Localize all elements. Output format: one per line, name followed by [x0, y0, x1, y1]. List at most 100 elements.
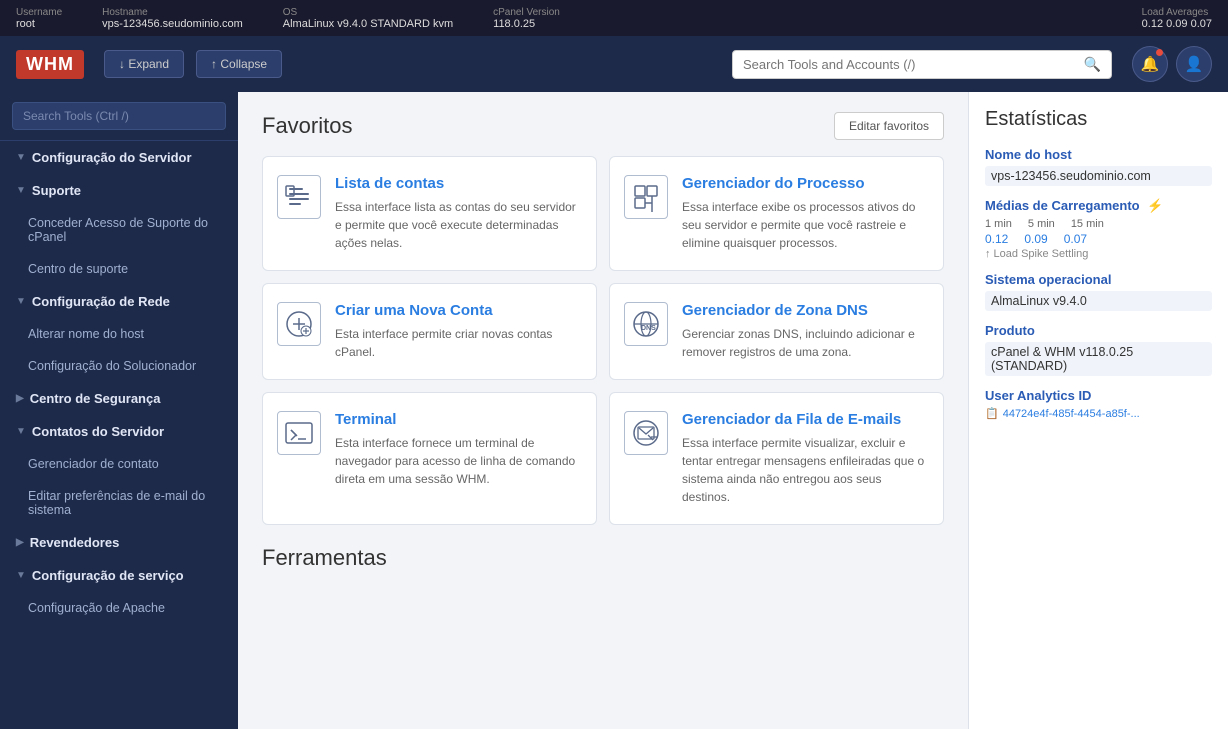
- chevron-down-icon: ▼: [16, 185, 26, 196]
- notification-dot: [1156, 49, 1163, 56]
- sidebar-item-suporte[interactable]: ▼ Suporte: [0, 174, 238, 207]
- sidebar-label: Suporte: [32, 183, 81, 198]
- sidebar-item-configuracao-rede[interactable]: ▼ Configuração de Rede: [0, 285, 238, 318]
- card-terminal-title[interactable]: Terminal: [335, 411, 578, 428]
- sidebar-item-revendedores[interactable]: ▶ Revendedores: [0, 526, 238, 559]
- load-stat-label: Médias de Carregamento ⚡: [985, 198, 1212, 214]
- sidebar-search-container: [0, 92, 238, 141]
- os-label: OS: [283, 7, 453, 18]
- card-fila-emails-title[interactable]: Gerenciador da Fila de E-mails: [682, 411, 925, 428]
- load-labels-row: 1 min 5 min 15 min: [985, 218, 1212, 230]
- header: WHM ↓ Expand ↑ Collapse 🔍 🔔 👤: [0, 36, 1228, 92]
- card-criar-conta[interactable]: Criar uma Nova Conta Esta interface perm…: [262, 283, 597, 380]
- card-terminal[interactable]: Terminal Esta interface fornece um termi…: [262, 392, 597, 525]
- load-5min-label: 5 min: [1028, 218, 1055, 230]
- sidebar-item-gerenciador-contato[interactable]: Gerenciador de contato: [0, 448, 238, 480]
- os-value: AlmaLinux v9.4.0 STANDARD kvm: [283, 18, 453, 30]
- analytics-stat-value[interactable]: 📋 44724e4f-485f-4454-a85f-...: [985, 407, 1212, 420]
- list-icon: [277, 175, 321, 219]
- terminal-icon: [277, 411, 321, 455]
- card-fila-emails-body: Gerenciador da Fila de E-mails Essa inte…: [682, 411, 925, 506]
- stats-panel: Estatísticas Nome do host vps-123456.seu…: [968, 92, 1228, 729]
- hostname-stat-value: vps-123456.seudominio.com: [985, 166, 1212, 186]
- collapse-button[interactable]: ↑ Collapse: [196, 50, 282, 78]
- search-container: 🔍: [732, 50, 1112, 79]
- os-stat-value: AlmaLinux v9.4.0: [985, 291, 1212, 311]
- load-15min-value: 0.07: [1064, 232, 1087, 246]
- chevron-down-icon: ▼: [16, 296, 26, 307]
- sidebar-label: Contatos do Servidor: [32, 424, 164, 439]
- sidebar-item-alterar-hostname[interactable]: Alterar nome do host: [0, 318, 238, 350]
- username-group: Username root: [16, 7, 62, 30]
- os-group: OS AlmaLinux v9.4.0 STANDARD kvm: [283, 7, 453, 30]
- sidebar-item-conceder-acesso[interactable]: Conceder Acesso de Suporte do cPanel: [0, 207, 238, 253]
- search-input[interactable]: [743, 57, 1084, 72]
- process-icon: [624, 175, 668, 219]
- hostname-value: vps-123456.seudominio.com: [102, 18, 243, 30]
- chevron-down-icon: ▼: [16, 152, 26, 163]
- load-1min-label: 1 min: [985, 218, 1012, 230]
- card-terminal-body: Terminal Esta interface fornece um termi…: [335, 411, 578, 506]
- chevron-right-icon: ▶: [16, 537, 24, 548]
- card-lista-contas-body: Lista de contas Essa interface lista as …: [335, 175, 578, 252]
- cpanel-version-value: 118.0.25: [493, 18, 560, 30]
- favorites-grid: Lista de contas Essa interface lista as …: [262, 156, 944, 525]
- main-content: Favoritos Editar favoritos Lista de cont…: [238, 92, 968, 729]
- sidebar-item-editar-preferencias[interactable]: Editar preferências de e-mail do sistema: [0, 480, 238, 526]
- edit-favoritos-button[interactable]: Editar favoritos: [834, 112, 944, 140]
- load-value: 0.12 0.09 0.07: [1142, 18, 1212, 30]
- username-value: root: [16, 18, 62, 30]
- notifications-button[interactable]: 🔔: [1132, 46, 1168, 82]
- chevron-down-icon: ▼: [16, 426, 26, 437]
- sidebar-item-contatos-servidor[interactable]: ▼ Contatos do Servidor: [0, 415, 238, 448]
- sidebar-label: Configuração de serviço: [32, 568, 184, 583]
- card-lista-contas[interactable]: Lista de contas Essa interface lista as …: [262, 156, 597, 271]
- sidebar-label: Configuração de Rede: [32, 294, 170, 309]
- hostname-stat-label: Nome do host: [985, 147, 1212, 162]
- product-stat-value: cPanel & WHM v118.0.25 (STANDARD): [985, 342, 1212, 376]
- card-criar-conta-desc: Esta interface permite criar novas conta…: [335, 325, 578, 361]
- cpanel-group: cPanel Version 118.0.25: [493, 7, 560, 30]
- card-zona-dns-desc: Gerenciar zonas DNS, incluindo adicionar…: [682, 325, 925, 361]
- sidebar: ▼ Configuração do Servidor ▼ Suporte Con…: [0, 92, 238, 729]
- load-label: Load Averages: [1142, 7, 1212, 18]
- header-icons: 🔔 👤: [1132, 46, 1212, 82]
- card-gerenciador-processo-title[interactable]: Gerenciador do Processo: [682, 175, 925, 192]
- sidebar-item-centro-suporte[interactable]: Centro de suporte: [0, 253, 238, 285]
- sidebar-item-config-solucionador[interactable]: Configuração do Solucionador: [0, 350, 238, 382]
- sidebar-child-label: Editar preferências de e-mail do sistema: [28, 489, 222, 517]
- sidebar-item-centro-seguranca[interactable]: ▶ Centro de Segurança: [0, 382, 238, 415]
- bell-icon: 🔔: [1141, 55, 1160, 73]
- search-icon-button[interactable]: 🔍: [1084, 56, 1101, 73]
- sidebar-child-label: Conceder Acesso de Suporte do cPanel: [28, 216, 222, 244]
- dns-icon: DNS: [624, 302, 668, 346]
- chevron-down-icon: ▼: [16, 570, 26, 581]
- card-zona-dns-body: Gerenciador de Zona DNS Gerenciar zonas …: [682, 302, 925, 361]
- sidebar-item-configuracao-servidor[interactable]: ▼ Configuração do Servidor: [0, 141, 238, 174]
- card-gerenciador-processo[interactable]: Gerenciador do Processo Essa interface e…: [609, 156, 944, 271]
- card-terminal-desc: Esta interface fornece um terminal de na…: [335, 434, 578, 488]
- sidebar-label: Centro de Segurança: [30, 391, 161, 406]
- sidebar-child-label: Configuração do Solucionador: [28, 359, 196, 373]
- hostname-group: Hostname vps-123456.seudominio.com: [102, 7, 243, 30]
- favoritos-header: Favoritos Editar favoritos: [262, 112, 944, 140]
- ferramentas-title: Ferramentas: [262, 545, 944, 571]
- analytics-stat-label: User Analytics ID: [985, 388, 1212, 403]
- whm-logo: WHM: [16, 50, 84, 79]
- chevron-right-icon: ▶: [16, 393, 24, 404]
- sidebar-item-config-servico[interactable]: ▼ Configuração de serviço: [0, 559, 238, 592]
- card-criar-conta-body: Criar uma Nova Conta Esta interface perm…: [335, 302, 578, 361]
- user-menu-button[interactable]: 👤: [1176, 46, 1212, 82]
- card-fila-emails[interactable]: Gerenciador da Fila de E-mails Essa inte…: [609, 392, 944, 525]
- expand-button[interactable]: ↓ Expand: [104, 50, 184, 78]
- sidebar-item-config-apache[interactable]: Configuração de Apache: [0, 592, 238, 624]
- card-fila-emails-desc: Essa interface permite visualizar, exclu…: [682, 434, 925, 506]
- card-lista-contas-title[interactable]: Lista de contas: [335, 175, 578, 192]
- card-lista-contas-desc: Essa interface lista as contas do seu se…: [335, 198, 578, 252]
- card-criar-conta-title[interactable]: Criar uma Nova Conta: [335, 302, 578, 319]
- card-zona-dns[interactable]: DNS Gerenciador de Zona DNS Gerenciar zo…: [609, 283, 944, 380]
- sidebar-search-input[interactable]: [12, 102, 226, 130]
- load-info-icon[interactable]: ⚡: [1147, 198, 1163, 213]
- sidebar-child-label: Configuração de Apache: [28, 601, 165, 615]
- card-zona-dns-title[interactable]: Gerenciador de Zona DNS: [682, 302, 925, 319]
